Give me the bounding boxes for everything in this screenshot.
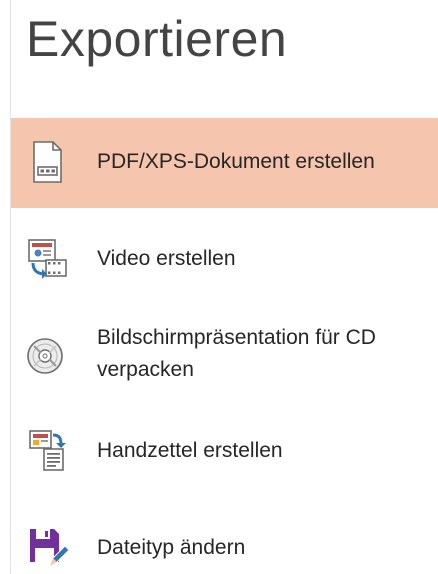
export-item-label-line1: Bildschirmpräsentation für CD [97,326,376,349]
floppy-disk-edit-icon [20,521,72,573]
export-item-video[interactable]: Video erstellen [11,226,438,290]
export-item-label: PDF/XPS-Dokument erstellen [97,150,375,173]
handout-icon [20,424,72,476]
cd-icon [20,330,72,382]
export-item-label: Dateityp ändern [97,536,246,559]
export-item-label: Video erstellen [97,247,236,270]
pdf-document-icon [20,136,72,188]
video-icon [20,232,72,284]
export-item-package-cd[interactable]: Bildschirmpräsentation für CD verpacken [11,314,438,398]
export-item-handouts[interactable]: Handzettel erstellen [11,418,438,482]
export-item-label: Handzettel erstellen [97,439,283,462]
export-panel: Exportieren PDF/XPS-Dokument erstellen V… [0,0,438,574]
export-item-label-line2: verpacken [97,358,194,381]
page-title: Exportieren [26,11,288,67]
export-item-change-file-type[interactable]: Dateityp ändern [11,518,438,574]
export-item-pdf-xps[interactable]: PDF/XPS-Dokument erstellen [11,118,438,208]
